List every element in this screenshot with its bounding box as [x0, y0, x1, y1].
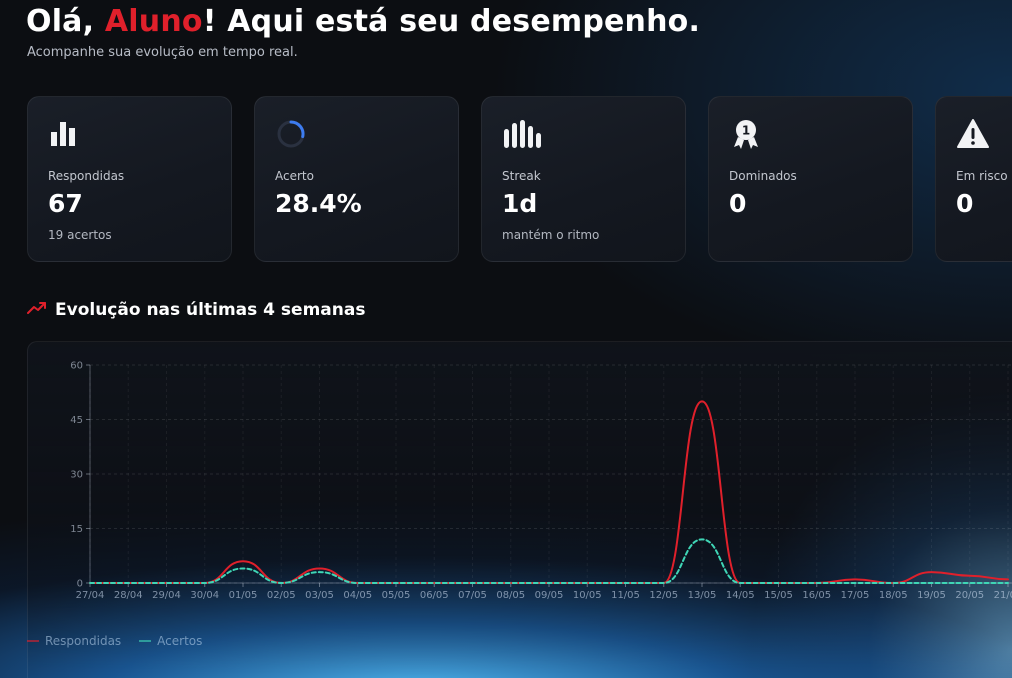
legend-label: Acertos [157, 634, 203, 648]
y-tick-label: 15 [70, 524, 83, 535]
section-title: Evolução nas últimas 4 semanas [27, 300, 365, 320]
legend-swatch [139, 640, 152, 642]
card-respondidas[interactable]: Respondidas 67 19 acertos [27, 96, 232, 262]
card-value: 28.4% [275, 189, 362, 218]
card-em-risco[interactable]: Em risco 0 [935, 96, 1012, 262]
x-tick-label: 19/05 [917, 590, 946, 601]
section-title-text: Evolução nas últimas 4 semanas [55, 300, 366, 320]
x-tick-label: 14/05 [726, 590, 755, 601]
chart-panel: 0 15 30 45 60 27/04 28/04 29/04 30/04 01/05 02/05 0… [27, 341, 1012, 678]
x-tick-label: 15/05 [764, 590, 793, 601]
x-tick-label: 30/04 [190, 590, 219, 601]
x-tick-label: 12/05 [649, 590, 678, 601]
x-tick-label: 16/05 [802, 590, 831, 601]
trending-up-icon [27, 300, 47, 320]
card-dominados[interactable]: 1 Dominados 0 [708, 96, 913, 262]
page-title: Olá, Aluno! Aqui está seu desempenho. [26, 4, 700, 39]
x-tick-label: 13/05 [688, 590, 717, 601]
legend-swatch [27, 640, 39, 642]
x-tick-label: 02/05 [267, 590, 296, 601]
stats-cards: Respondidas 67 19 acertos Acerto 28.4% S… [27, 96, 1012, 266]
card-sub: 19 acertos [48, 228, 112, 242]
x-tick-label: 04/05 [343, 590, 372, 601]
card-streak[interactable]: Streak 1d mantém o ritmo [481, 96, 686, 262]
x-tick-label: 11/05 [611, 590, 640, 601]
chart-legend: Respondidas Acertos [27, 634, 202, 648]
card-label: Em risco [956, 169, 1008, 183]
legend-label: Respondidas [45, 634, 122, 648]
bar-chart-icon [48, 117, 82, 151]
card-label: Dominados [729, 169, 797, 183]
title-user-name: Aluno [104, 4, 203, 39]
legend-item-acertos[interactable]: Acertos [139, 634, 202, 648]
y-tick-label: 0 [77, 579, 83, 590]
svg-text:1: 1 [742, 124, 750, 138]
card-acerto[interactable]: Acerto 28.4% [254, 96, 459, 262]
x-tick-label: 09/05 [535, 590, 564, 601]
x-tick-label: 05/05 [382, 590, 411, 601]
x-tick-label: 06/05 [420, 590, 449, 601]
x-tick-label: 17/05 [841, 590, 870, 601]
progress-ring-icon [275, 117, 309, 151]
x-tick-label: 29/04 [152, 590, 181, 601]
card-label: Respondidas [48, 169, 125, 183]
x-tick-label: 28/04 [114, 590, 143, 601]
evolution-chart: 0 15 30 45 60 27/04 28/04 29/04 30/04 01/05 02/05 0… [70, 361, 1012, 601]
y-tick-label: 60 [70, 361, 83, 372]
title-prefix: Olá, [26, 4, 105, 39]
x-tick-label: 01/05 [229, 590, 258, 601]
legend-item-respondidas[interactable]: Respondidas [27, 634, 121, 648]
medal-icon: 1 [729, 117, 763, 151]
x-tick-label: 21/05 [994, 590, 1012, 601]
card-label: Streak [502, 169, 541, 183]
card-value: 0 [956, 189, 974, 218]
x-tick-label: 07/05 [458, 590, 487, 601]
card-value: 1d [502, 189, 538, 218]
page-subtitle: Acompanhe sua evolução em tempo real. [27, 45, 298, 60]
x-tick-label: 10/05 [573, 590, 602, 601]
card-value: 67 [48, 189, 83, 218]
x-tick-label: 27/04 [76, 590, 105, 601]
y-tick-label: 45 [70, 415, 83, 426]
card-label: Acerto [275, 169, 314, 183]
card-sub: mantém o ritmo [502, 228, 600, 242]
x-tick-label: 20/05 [955, 590, 984, 601]
title-suffix: ! Aqui está seu desempenho. [202, 4, 701, 39]
x-tick-label: 08/05 [496, 590, 525, 601]
x-tick-label: 03/05 [305, 590, 334, 601]
y-tick-label: 30 [70, 470, 83, 481]
x-tick-label: 18/05 [879, 590, 908, 601]
streak-bars-icon [502, 117, 541, 151]
dashboard-page: Olá, Aluno! Aqui está seu desempenho. Ac… [0, 0, 1012, 678]
card-value: 0 [729, 189, 747, 218]
warning-icon [956, 117, 990, 151]
